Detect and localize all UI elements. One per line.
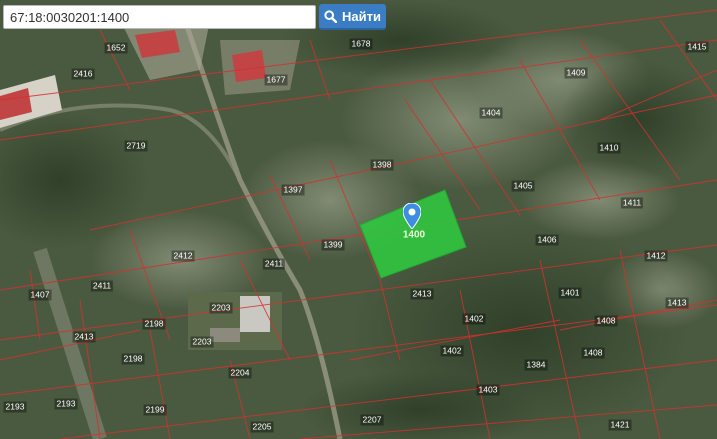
parcel-label: 1404 <box>479 107 503 119</box>
parcel-label: 2719 <box>124 140 148 152</box>
parcel-label: 1402 <box>440 345 464 357</box>
parcel-label: 2198 <box>142 318 166 330</box>
satellite-map[interactable] <box>0 0 717 439</box>
parcel-label: 1410 <box>597 142 621 154</box>
parcel-label: 1678 <box>349 38 373 50</box>
parcel-label: 1413 <box>665 297 689 309</box>
parcel-label: 2416 <box>71 68 95 80</box>
parcel-label: 1408 <box>581 347 605 359</box>
parcel-label: 2413 <box>72 331 96 343</box>
parcel-label: 2193 <box>3 401 27 413</box>
parcel-label: 1401 <box>558 287 582 299</box>
parcel-label: 2207 <box>360 414 384 426</box>
parcel-label: 1415 <box>685 41 709 53</box>
parcel-label: 1403 <box>476 384 500 396</box>
parcel-label: 1408 <box>594 315 618 327</box>
parcel-label: 1402 <box>462 313 486 325</box>
parcel-label: 2205 <box>250 421 274 433</box>
parcel-label: 2198 <box>121 353 145 365</box>
parcel-label: 2411 <box>90 280 114 292</box>
selected-parcel-label: 1400 <box>402 229 426 241</box>
parcel-label: 1677 <box>264 74 288 86</box>
parcel-label: 1412 <box>644 250 668 262</box>
parcel-label: 2203 <box>209 302 233 314</box>
location-pin-icon[interactable] <box>402 202 422 230</box>
parcel-label: 1399 <box>321 239 345 251</box>
parcel-label: 1398 <box>370 159 394 171</box>
parcel-label: 2413 <box>410 288 434 300</box>
parcel-label: 1407 <box>28 289 52 301</box>
parcel-label: 1411 <box>620 197 644 209</box>
parcel-label: 1405 <box>511 180 535 192</box>
parcel-label: 2193 <box>54 398 78 410</box>
search-icon <box>324 9 338 23</box>
parcel-label: 1406 <box>535 234 559 246</box>
parcel-label: 1397 <box>281 184 305 196</box>
parcel-label: 1384 <box>524 359 548 371</box>
search-button-label: Найти <box>342 8 381 24</box>
parcel-label: 2199 <box>143 404 167 416</box>
parcel-label: 2203 <box>190 336 214 348</box>
parcel-label: 1652 <box>104 42 128 54</box>
search-button[interactable]: Найти <box>319 4 386 30</box>
search-bar: Найти <box>3 4 386 30</box>
parcel-label: 1421 <box>608 419 632 431</box>
parcel-label: 2411 <box>262 258 286 270</box>
search-input[interactable] <box>3 5 316 29</box>
parcel-label: 2412 <box>171 250 195 262</box>
parcel-label: 2204 <box>228 367 252 379</box>
parcel-label: 1409 <box>564 67 588 79</box>
